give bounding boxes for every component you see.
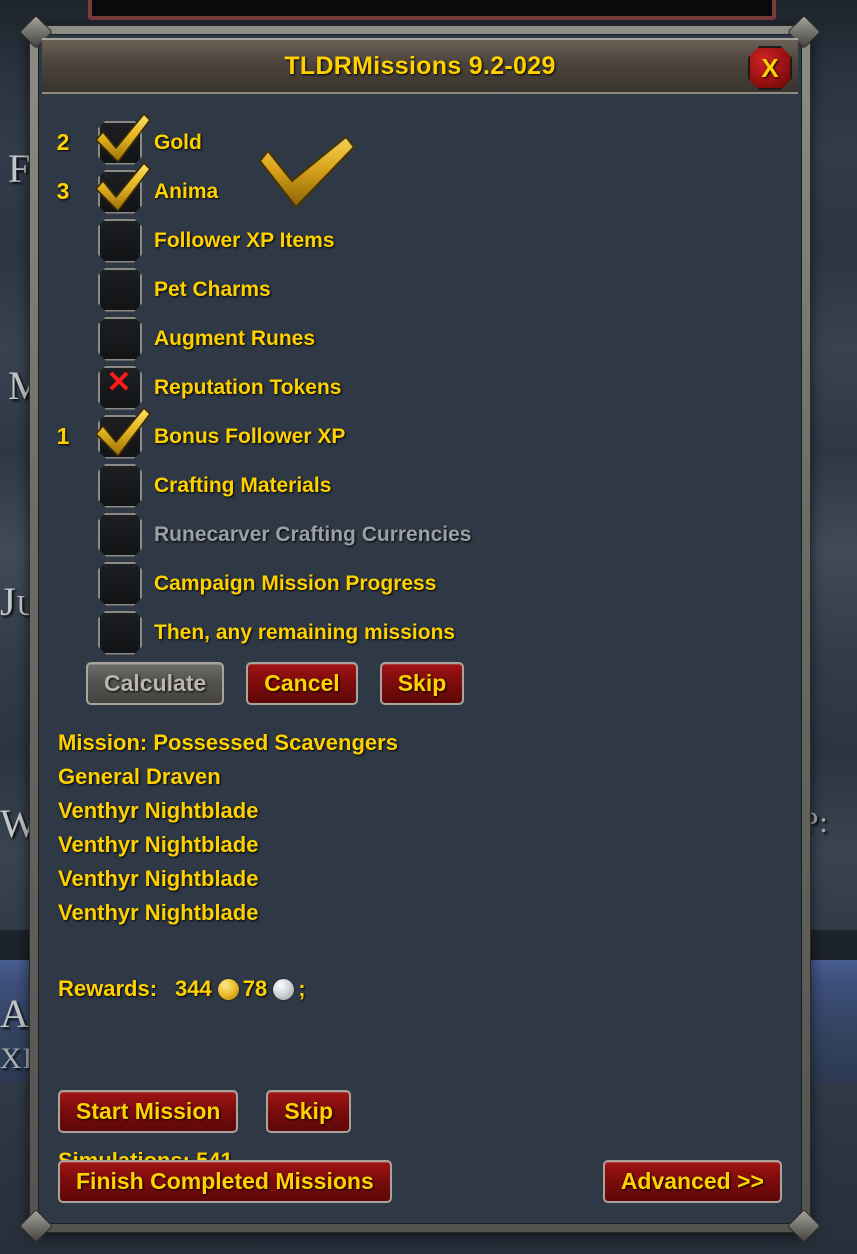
close-icon: X [761, 53, 779, 83]
reward-filter-checkbox[interactable] [98, 414, 142, 459]
finish-completed-missions-button[interactable]: Finish Completed Missions [58, 1160, 392, 1203]
start-mission-button[interactable]: Start Mission [58, 1090, 239, 1133]
window-title: TLDRMissions 9.2-029 [284, 51, 556, 80]
reward-filter-row[interactable]: Then, any remaining missions [42, 608, 798, 657]
reward-filter-row[interactable]: Runecarver Crafting Currencies [42, 510, 798, 559]
reward-filter-row[interactable]: Crafting Materials [42, 461, 798, 510]
reward-filter-label: Then, any remaining missions [154, 620, 456, 644]
reward-filter-checkbox[interactable] [98, 561, 142, 606]
rewards-label: Rewards: [58, 976, 158, 1001]
mission-result-list: Mission: Possessed Scavengers General Dra… [58, 726, 398, 930]
window-titlebar: TLDRMissions 9.2-029 X [42, 38, 798, 94]
reward-filter-row[interactable]: ✕ Reputation Tokens [42, 363, 798, 412]
follower-name: Venthyr Nightblade [58, 900, 259, 925]
close-button[interactable]: X [748, 46, 792, 90]
reward-filter-checkbox[interactable] [98, 512, 142, 557]
tldrmissions-window: TLDRMissions 9.2-029 X 2 Gold 3 Anima Foll… [19, 15, 821, 1243]
reward-filter-label: Reputation Tokens [154, 375, 342, 399]
reward-filter-checkbox[interactable] [98, 169, 142, 214]
rewards-suffix: ; [298, 976, 306, 1001]
window-body: 2 Gold 3 Anima Follower XP Items Pet Charms… [42, 96, 798, 1220]
follower-name: Venthyr Nightblade [58, 866, 259, 891]
advanced-button[interactable]: Advanced >> [602, 1160, 782, 1203]
rewards-gold-amount: 344 [175, 976, 212, 1001]
action-button-row: Calculate Cancel Skip [86, 662, 465, 705]
reward-filter-checkbox[interactable] [98, 365, 142, 410]
reward-filter-checkbox[interactable] [98, 610, 142, 655]
reward-filter-row[interactable]: Pet Charms [42, 265, 798, 314]
priority-number: 3 [56, 178, 70, 204]
reward-filter-label: Gold [154, 130, 202, 154]
reward-filter-checkbox[interactable] [98, 218, 142, 263]
reward-filter-checkbox[interactable] [98, 120, 142, 165]
reward-filter-label: Anima [154, 179, 219, 203]
skip-button[interactable]: Skip [379, 662, 465, 705]
skip-mission-button[interactable]: Skip [266, 1090, 351, 1133]
reward-filter-label: Pet Charms [154, 277, 271, 301]
window-footer: Finish Completed Missions Advanced >> [42, 1160, 798, 1214]
rewards-silver-amount: 78 [242, 976, 268, 1001]
rewards-line: Rewards: 344 78 ; [58, 976, 306, 1002]
reward-filter-row[interactable]: Campaign Mission Progress [42, 559, 798, 608]
reward-filter-label: Runecarver Crafting Currencies [154, 522, 472, 546]
follower-name: Venthyr Nightblade [58, 832, 259, 857]
reward-filter-checkbox[interactable] [98, 316, 142, 361]
reward-filter-label: Crafting Materials [154, 473, 332, 497]
reward-filter-label: Follower XP Items [154, 228, 335, 252]
reward-filter-checkbox[interactable] [98, 267, 142, 312]
reward-filter-row[interactable]: Augment Runes [42, 314, 798, 363]
silver-coin-icon [273, 978, 295, 1000]
reward-filter-label: Bonus Follower XP [154, 424, 346, 448]
reward-filter-checkbox[interactable] [98, 463, 142, 508]
reward-filter-label: Augment Runes [154, 326, 316, 350]
mission-name: Mission: Possessed Scavengers [58, 730, 398, 755]
reward-filter-row[interactable]: 1 Bonus Follower XP [42, 407, 798, 461]
background-top-frame [88, 0, 776, 20]
gold-coin-icon [217, 978, 239, 1000]
priority-number: 1 [56, 423, 70, 449]
follower-name: General Draven [58, 764, 221, 789]
reward-filter-row[interactable]: 2 Gold [42, 113, 798, 167]
cancel-button[interactable]: Cancel [246, 662, 358, 705]
reward-filter-row[interactable]: 3 Anima [42, 162, 798, 216]
calculate-button[interactable]: Calculate [86, 662, 225, 705]
reward-filter-list: 2 Gold 3 Anima Follower XP Items Pet Charms… [42, 113, 798, 657]
reward-filter-label: Campaign Mission Progress [154, 571, 437, 595]
reward-filter-row[interactable]: Follower XP Items [42, 216, 798, 265]
priority-number: 2 [56, 129, 70, 155]
follower-name: Venthyr Nightblade [58, 798, 259, 823]
mission-button-row: Start Mission Skip [58, 1090, 351, 1133]
